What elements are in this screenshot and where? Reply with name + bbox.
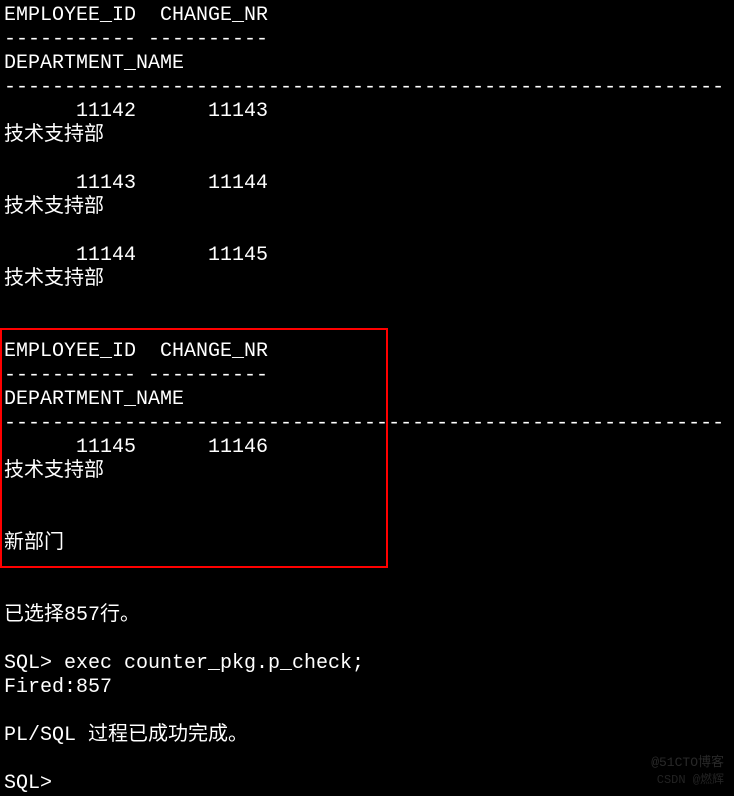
blank-line bbox=[4, 580, 734, 604]
plsql-success: PL/SQL 过程已成功完成。 bbox=[4, 724, 734, 748]
row-values: 11143 11144 bbox=[4, 172, 734, 196]
blank-line bbox=[4, 292, 734, 316]
row-dept: 技术支持部 bbox=[4, 460, 734, 484]
row-dept: 技术支持部 bbox=[4, 124, 734, 148]
row-values: 11142 11143 bbox=[4, 100, 734, 124]
blank-line bbox=[4, 220, 734, 244]
new-dept: 新部门 bbox=[4, 532, 734, 556]
watermark-csdn: CSDN @燃辉 bbox=[657, 773, 724, 787]
header-separator-long: ----------------------------------------… bbox=[4, 76, 734, 100]
header-separator: ----------- ---------- bbox=[4, 364, 734, 388]
row-values: 11145 11146 bbox=[4, 436, 734, 460]
header-separator-long: ----------------------------------------… bbox=[4, 412, 734, 436]
header-separator: ----------- ---------- bbox=[4, 28, 734, 52]
row-values: 11144 11145 bbox=[4, 244, 734, 268]
sql-prompt[interactable]: SQL> bbox=[4, 772, 734, 796]
blank-line bbox=[4, 484, 734, 508]
watermark-51cto: @51CTO博客 bbox=[651, 755, 724, 771]
blank-line bbox=[4, 748, 734, 772]
blank-line bbox=[4, 700, 734, 724]
header-columns: EMPLOYEE_ID CHANGE_NR bbox=[4, 340, 734, 364]
blank-line bbox=[4, 556, 734, 580]
header-dept: DEPARTMENT_NAME bbox=[4, 52, 734, 76]
fired-output: Fired:857 bbox=[4, 676, 734, 700]
row-dept: 技术支持部 bbox=[4, 196, 734, 220]
sql-command[interactable]: SQL> exec counter_pkg.p_check; bbox=[4, 652, 734, 676]
blank-line bbox=[4, 628, 734, 652]
row-dept: 技术支持部 bbox=[4, 268, 734, 292]
header-dept: DEPARTMENT_NAME bbox=[4, 388, 734, 412]
blank-line bbox=[4, 316, 734, 340]
blank-line bbox=[4, 508, 734, 532]
rows-selected: 已选择857行。 bbox=[4, 604, 734, 628]
header-columns: EMPLOYEE_ID CHANGE_NR bbox=[4, 4, 734, 28]
blank-line bbox=[4, 148, 734, 172]
